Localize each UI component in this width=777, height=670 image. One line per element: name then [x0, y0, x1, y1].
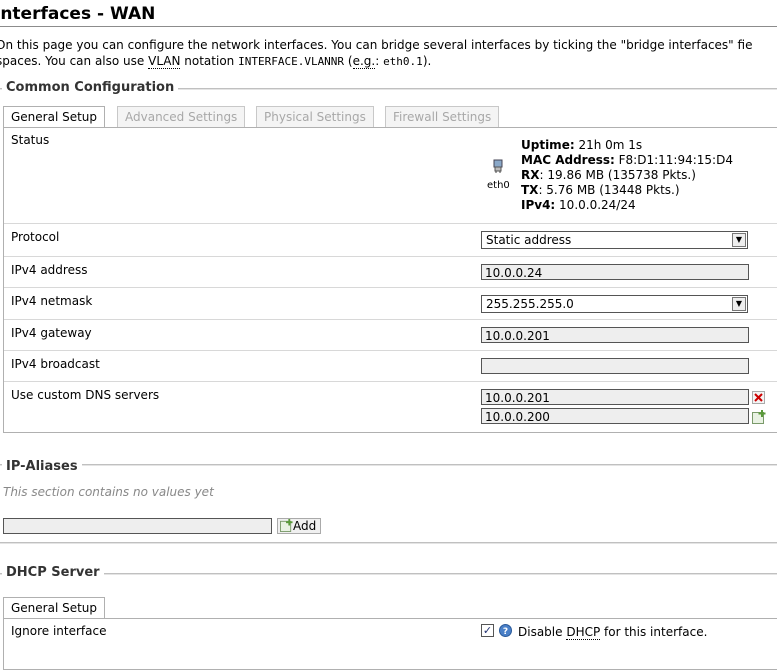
description-text: for this interface.: [600, 625, 708, 639]
dns-server-input[interactable]: 10.0.0.200: [481, 408, 749, 424]
description-text: Disable: [518, 625, 567, 639]
ipv4-address-input[interactable]: 10.0.0.24: [481, 264, 749, 280]
status-key: Uptime:: [521, 138, 575, 152]
ipv4-address-label: IPv4 address: [11, 263, 88, 277]
tab-dhcp-general-setup[interactable]: General Setup: [3, 597, 106, 619]
row-divider: [4, 256, 777, 257]
intro-text-line2: spaces. You can also use VLAN notation I…: [0, 54, 432, 69]
status-label: Status: [11, 133, 50, 147]
page-title: Interfaces - WAN: [0, 4, 156, 24]
tab-firewall-settings[interactable]: Firewall Settings: [385, 106, 500, 128]
ipv4-broadcast-label: IPv4 broadcast: [11, 357, 100, 371]
add-alias-button[interactable]: Add: [277, 518, 322, 534]
section-legend-ip-aliases: IP-Aliases: [2, 459, 82, 474]
interface-name: eth0: [487, 180, 510, 191]
status-key: TX: [521, 183, 539, 197]
intro-text: notation: [180, 54, 239, 68]
status-ipv4: IPv4: 10.0.0.24/24: [521, 198, 636, 212]
status-mac: MAC Address: F8:D1:11:94:15:D4: [521, 153, 733, 167]
help-icon: ?: [499, 624, 512, 637]
ignore-interface-checkbox[interactable]: ✓: [481, 624, 494, 637]
ipv4-gateway-input[interactable]: 10.0.0.201: [481, 327, 749, 343]
row-divider: [4, 381, 777, 382]
row-divider: [4, 287, 777, 288]
title-divider: [0, 26, 777, 27]
empty-section-text: This section contains no values yet: [3, 485, 214, 499]
eg-abbr: e.g.: [352, 54, 376, 69]
alias-name-input[interactable]: [3, 518, 272, 534]
section-legend-dhcp-server: DHCP Server: [2, 565, 104, 580]
remove-icon[interactable]: [752, 391, 765, 404]
ipv4-broadcast-input[interactable]: [481, 358, 749, 374]
status-tx: TX: 5.76 MB (13448 Pkts.): [521, 183, 680, 197]
status-key: RX: [521, 168, 540, 182]
row-divider: [4, 319, 777, 320]
ipv4-netmask-select[interactable]: 255.255.255.0 ▼: [481, 295, 748, 313]
status-value: : 5.76 MB (13448 Pkts.): [538, 183, 680, 197]
ipv4-gateway-label: IPv4 gateway: [11, 326, 92, 340]
protocol-selected-value: Static address: [486, 233, 572, 247]
section-divider: [0, 464, 777, 466]
vlan-abbr: VLAN: [148, 54, 181, 69]
intro-text: (: [344, 54, 353, 68]
status-value: 21h 0m 1s: [574, 138, 643, 152]
row-divider: [4, 223, 777, 224]
dropdown-arrow-icon[interactable]: ▼: [732, 233, 746, 247]
netmask-selected-value: 255.255.255.0: [486, 297, 574, 311]
network-port-icon: [493, 159, 503, 173]
intro-text: spaces. You can also use: [0, 54, 149, 68]
intro-text: :: [375, 54, 384, 68]
status-key: MAC Address:: [521, 153, 615, 167]
code-sample: INTERFACE.VLANNR: [238, 55, 345, 68]
row-divider: [4, 350, 777, 351]
status-uptime: Uptime: 21h 0m 1s: [521, 138, 642, 152]
dropdown-arrow-icon[interactable]: ▼: [732, 297, 746, 311]
ignore-interface-description: Disable DHCP for this interface.: [518, 625, 708, 640]
status-key: IPv4:: [521, 198, 556, 212]
intro-text-line1: On this page you can configure the netwo…: [0, 38, 753, 52]
dns-server-input[interactable]: 10.0.0.201: [481, 389, 749, 405]
code-sample: eth0.1: [383, 55, 423, 68]
ipv4-netmask-label: IPv4 netmask: [11, 294, 93, 308]
ignore-interface-label: Ignore interface: [11, 624, 107, 638]
status-value: F8:D1:11:94:15:D4: [614, 153, 733, 167]
add-icon[interactable]: [752, 410, 766, 424]
add-icon: [280, 519, 293, 532]
dhcp-abbr: DHCP: [566, 625, 601, 640]
protocol-label: Protocol: [11, 230, 60, 244]
tab-physical-settings[interactable]: Physical Settings: [256, 106, 374, 128]
status-rx: RX: 19.86 MB (135738 Pkts.): [521, 168, 696, 182]
section-divider: [0, 573, 777, 575]
dns-servers-label: Use custom DNS servers: [11, 388, 160, 402]
status-value: 10.0.0.24/24: [555, 198, 636, 212]
add-button-label: Add: [293, 519, 317, 533]
tab-general-setup[interactable]: General Setup: [3, 106, 106, 128]
protocol-select[interactable]: Static address ▼: [481, 231, 748, 249]
intro-text: ).: [422, 54, 432, 68]
svg-text:?: ?: [503, 627, 508, 637]
tab-advanced-settings[interactable]: Advanced Settings: [117, 106, 246, 128]
status-value: : 19.86 MB (135738 Pkts.): [539, 168, 696, 182]
section-divider: [0, 542, 777, 544]
section-legend-common: Common Configuration: [2, 80, 179, 95]
